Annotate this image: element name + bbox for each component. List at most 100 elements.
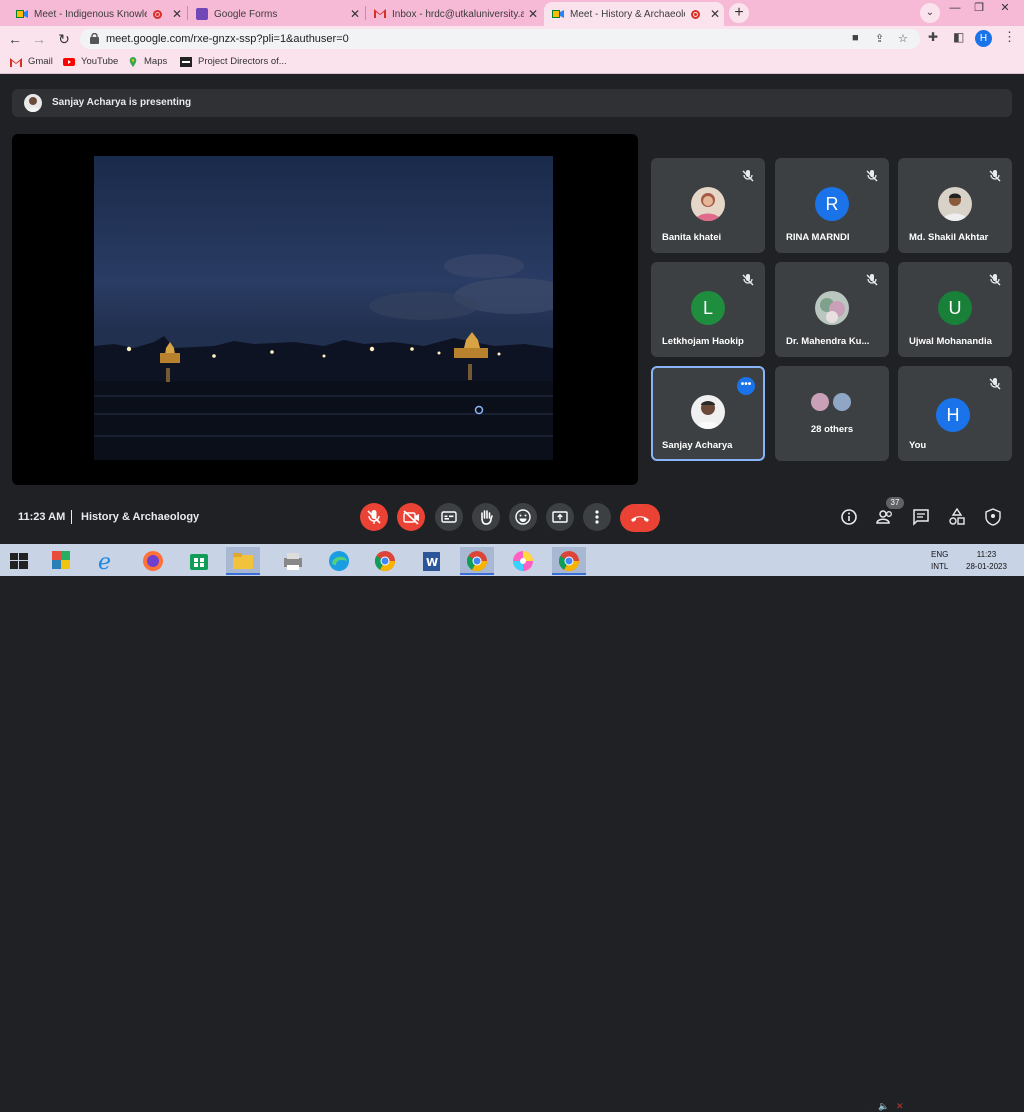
tab-strip: Meet - Indigenous Knowledg ✕ Google Form… (0, 0, 1024, 26)
participant-tile[interactable]: R RINA MARNDI (775, 158, 889, 253)
camera-toggle-button[interactable] (397, 503, 425, 531)
printer-icon (284, 553, 302, 570)
back-icon[interactable]: ← (6, 30, 24, 48)
mic-off-icon (866, 170, 878, 182)
reload-icon[interactable]: ↻ (55, 30, 73, 48)
taskbar-photo-app[interactable] (506, 547, 540, 575)
side-panel-icon[interactable]: ◧ (953, 30, 964, 44)
participant-tile[interactable]: Banita khatei (651, 158, 765, 253)
system-clock[interactable]: 11:23 28-01-2023 (966, 549, 1007, 573)
bookmark-youtube[interactable]: YouTube (63, 56, 118, 67)
leave-call-button[interactable] (620, 504, 660, 532)
keyboard-layout: INTL (931, 562, 949, 571)
participant-tile[interactable]: Md. Shakil Akhtar (898, 158, 1012, 253)
forward-icon[interactable]: → (30, 30, 48, 48)
chrome-icon (374, 551, 396, 572)
restore-icon[interactable]: ❐ (968, 0, 990, 18)
taskbar-firefox[interactable] (136, 547, 170, 575)
others-count: 28 others (810, 424, 854, 435)
network-icon[interactable]: ✕ (896, 1101, 904, 1112)
tab-title: Inbox - hrdc@utkaluniversity.ac.i (392, 8, 524, 20)
start-button[interactable] (2, 547, 36, 575)
participant-initial: H (936, 398, 970, 432)
language-indicator[interactable]: ENG INTL (931, 549, 948, 573)
colorful-app-icon (52, 551, 70, 569)
participant-tile-presenter[interactable]: ••• Sanjay Acharya (651, 366, 765, 461)
close-tab-icon[interactable]: ✕ (346, 7, 364, 21)
tab-google-forms[interactable]: Google Forms ✕ (188, 2, 364, 26)
address-bar[interactable]: meet.google.com/rxe-gnzx-ssp?pli=1&authu… (80, 29, 920, 49)
taskbar-app-launcher[interactable] (44, 547, 78, 575)
bookmark-maps[interactable]: Maps (128, 56, 167, 67)
minimize-icon[interactable]: — (944, 0, 966, 18)
bookmark-project-directors[interactable]: Project Directors of... (180, 56, 287, 67)
participant-tile[interactable]: U Ujwal Mohanandia (898, 262, 1012, 357)
raise-hand-button[interactable] (472, 503, 500, 531)
chrome-icon (466, 551, 488, 572)
extensions-icon[interactable]: ✚ (928, 30, 938, 44)
participant-name: RINA MARNDI (786, 232, 850, 243)
captions-button[interactable] (435, 503, 463, 531)
presenting-text: Sanjay Acharya is presenting (52, 97, 192, 108)
svg-text:e: e (98, 550, 111, 575)
more-options-button[interactable]: ••• (737, 377, 755, 395)
tab-search-icon[interactable]: ⌄ (920, 3, 940, 23)
mic-off-icon (989, 378, 1001, 390)
bookmarks-bar: Gmail YouTube Maps Project Directors of.… (0, 52, 1024, 74)
taskbar-internet-explorer[interactable]: e (90, 547, 124, 575)
maps-icon (129, 56, 137, 67)
share-icon[interactable]: ⇪ (875, 32, 884, 45)
meeting-title: History & Archaeology (81, 511, 200, 523)
host-controls-icon[interactable] (984, 508, 1002, 526)
taskbar-word[interactable]: W (414, 547, 448, 575)
close-tab-icon[interactable]: ✕ (706, 7, 724, 21)
participant-name: You (909, 440, 927, 451)
store-icon (190, 554, 208, 570)
recording-icon (691, 9, 700, 19)
tab-meet-history[interactable]: Meet - History & Archaeolog ✕ (544, 2, 724, 26)
new-tab-button[interactable]: + (729, 3, 749, 23)
presentation-stage[interactable] (12, 134, 638, 485)
participant-tile[interactable]: L Letkhojam Haokip (651, 262, 765, 357)
edge-icon (329, 551, 349, 571)
taskbar-chrome-profile[interactable] (460, 547, 494, 575)
mic-toggle-button[interactable] (360, 503, 388, 531)
meeting-time: 11:23 AM (18, 511, 66, 523)
taskbar-chrome-second[interactable] (552, 547, 586, 575)
activities-icon[interactable] (948, 508, 966, 526)
clock-date: 28-01-2023 (966, 562, 1007, 571)
more-options-button[interactable] (583, 503, 611, 531)
reactions-button[interactable] (509, 503, 537, 531)
others-tile[interactable]: 28 others (775, 366, 889, 461)
menu-icon[interactable]: ⋮ (1003, 29, 1016, 45)
close-window-icon[interactable]: ✕ (994, 0, 1016, 18)
close-tab-icon[interactable]: ✕ (168, 7, 186, 21)
taskbar-store[interactable] (182, 547, 216, 575)
tab-inbox[interactable]: Inbox - hrdc@utkaluniversity.ac.i ✕ (366, 2, 542, 26)
participant-initial: U (938, 291, 972, 325)
taskbar-edge[interactable] (322, 547, 356, 575)
tab-meet-indigenous[interactable]: Meet - Indigenous Knowledg ✕ (8, 2, 186, 26)
profile-avatar[interactable]: H (975, 30, 992, 47)
battery-icon[interactable]: ▭ (914, 1101, 923, 1112)
meeting-details-icon[interactable] (840, 508, 858, 526)
youtube-icon (63, 57, 75, 66)
mic-off-icon (866, 274, 878, 286)
tray-overflow-icon[interactable]: ▲ (862, 1101, 871, 1111)
present-screen-icon (552, 511, 568, 523)
bookmark-star-icon[interactable]: ☆ (898, 32, 908, 45)
participant-name: Sanjay Acharya (662, 440, 733, 451)
camera-in-use-icon[interactable]: ■ (852, 32, 859, 44)
self-tile[interactable]: H You (898, 366, 1012, 461)
bookmark-label: Maps (144, 56, 168, 67)
bookmark-gmail[interactable]: Gmail (10, 56, 53, 67)
volume-icon[interactable]: 🔈 (878, 1101, 889, 1112)
taskbar-printer[interactable] (276, 547, 310, 575)
taskbar-chrome[interactable] (368, 547, 402, 575)
people-icon[interactable] (876, 508, 894, 526)
participant-tile[interactable]: Dr. Mahendra Ku... (775, 262, 889, 357)
close-tab-icon[interactable]: ✕ (524, 7, 542, 21)
chat-icon[interactable] (912, 508, 930, 526)
present-button[interactable] (546, 503, 574, 531)
taskbar-file-explorer[interactable] (226, 547, 260, 575)
